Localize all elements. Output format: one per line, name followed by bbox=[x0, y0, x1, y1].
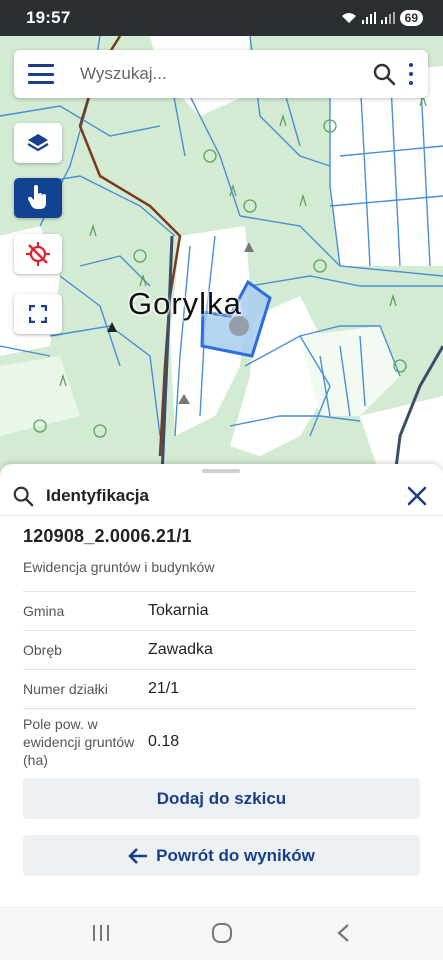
map-view[interactable] bbox=[0, 36, 443, 476]
arrow-left-icon bbox=[128, 847, 148, 864]
attribute-value: 21/1 bbox=[148, 680, 180, 697]
search-icon[interactable] bbox=[372, 62, 396, 86]
layers-icon bbox=[27, 134, 49, 152]
location-off-icon bbox=[26, 242, 50, 266]
back-button[interactable] bbox=[323, 913, 363, 953]
home-button[interactable] bbox=[202, 913, 242, 953]
parcel-source: Ewidencja gruntów i budynków bbox=[23, 559, 215, 575]
hand-pointer-icon bbox=[27, 185, 46, 209]
attribute-row: Numer działki 21/1 bbox=[23, 669, 416, 708]
identify-tool-button[interactable] bbox=[14, 178, 62, 218]
more-options-icon[interactable] bbox=[406, 63, 416, 85]
location-button[interactable] bbox=[14, 234, 62, 274]
identification-panel: Identyfikacja 120908_2.0006.21/1 Ewidenc… bbox=[0, 464, 443, 906]
attribute-key: Numer działki bbox=[23, 681, 108, 697]
attribute-value: 0.18 bbox=[148, 732, 180, 750]
attribute-table: Gmina Tokarnia Obręb Zawadka Numer dział… bbox=[23, 591, 416, 774]
fullscreen-button[interactable] bbox=[14, 294, 62, 334]
back-to-results-label: Powrót do wyników bbox=[156, 845, 315, 865]
status-bar: 19:57 69 bbox=[0, 0, 443, 36]
close-icon[interactable] bbox=[405, 484, 429, 508]
layers-button[interactable] bbox=[14, 123, 62, 163]
menu-icon[interactable] bbox=[28, 64, 54, 84]
attribute-key: Gmina bbox=[23, 603, 65, 619]
add-to-sketch-button[interactable]: Dodaj do szkicu bbox=[23, 778, 420, 819]
back-icon bbox=[336, 924, 349, 942]
panel-title: Identyfikacja bbox=[46, 485, 149, 505]
signal-icon-2 bbox=[380, 12, 395, 24]
attribute-value: Tokarnia bbox=[148, 602, 209, 619]
panel-header: Identyfikacja bbox=[0, 476, 443, 516]
back-to-results-button[interactable]: Powrót do wyników bbox=[23, 835, 420, 876]
attribute-key: Obręb bbox=[23, 642, 62, 658]
drag-handle[interactable] bbox=[202, 469, 240, 473]
search-input[interactable]: Wyszukaj... bbox=[80, 64, 372, 84]
home-icon bbox=[211, 923, 232, 943]
attribute-value: Zawadka bbox=[148, 641, 213, 658]
add-to-sketch-label: Dodaj do szkicu bbox=[156, 788, 287, 808]
status-icons: 69 bbox=[341, 10, 423, 26]
signal-icon bbox=[361, 12, 376, 24]
map-place-label: Gorylka bbox=[128, 286, 242, 321]
attribute-row: Pole pow. w ewidencji gruntów (ha) 0.18 bbox=[23, 708, 416, 774]
fullscreen-icon bbox=[29, 305, 47, 323]
attribute-row: Gmina Tokarnia bbox=[23, 591, 416, 630]
parcel-id: 120908_2.0006.21/1 bbox=[23, 526, 192, 546]
wifi-icon bbox=[341, 13, 356, 23]
status-time: 19:57 bbox=[26, 8, 71, 27]
system-nav-bar bbox=[0, 906, 443, 960]
battery-level: 69 bbox=[399, 10, 423, 26]
attribute-key: Pole pow. w ewidencji gruntów (ha) bbox=[23, 715, 135, 768]
attribute-row: Obręb Zawadka bbox=[23, 630, 416, 669]
recent-apps-icon bbox=[92, 925, 109, 941]
search-bar: Wyszukaj... bbox=[14, 50, 428, 98]
recent-apps-button[interactable] bbox=[81, 913, 121, 953]
search-icon bbox=[13, 486, 34, 506]
